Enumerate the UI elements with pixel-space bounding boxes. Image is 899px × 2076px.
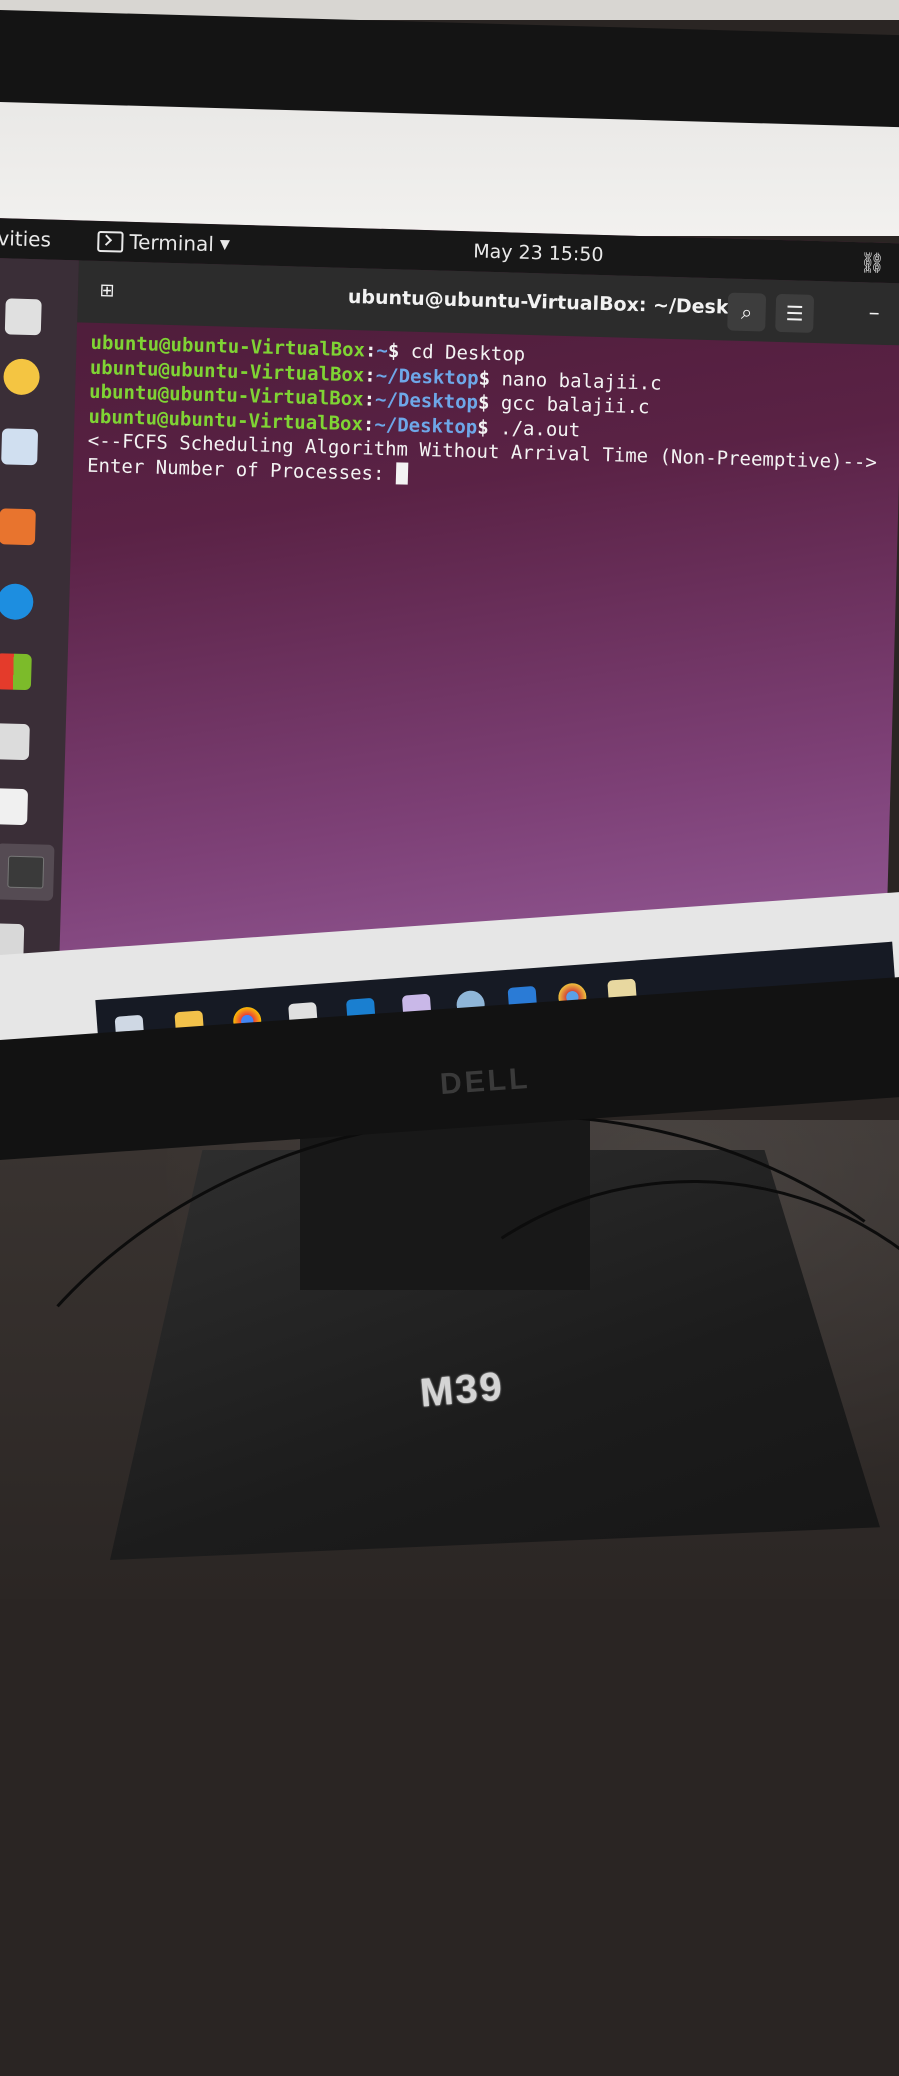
- files-icon[interactable]: [4, 298, 42, 336]
- software-center-icon[interactable]: [0, 508, 36, 546]
- command-text: cd Desktop: [399, 340, 526, 366]
- new-tab-button[interactable]: ⊞: [92, 275, 123, 306]
- hamburger-menu-icon: ☰: [785, 301, 804, 326]
- prompt-path: ~/Desktop: [374, 413, 478, 439]
- help-icon[interactable]: [0, 583, 34, 621]
- text-cursor: [395, 461, 409, 485]
- rhythmbox-icon[interactable]: [3, 358, 41, 396]
- chevron-down-icon: ▼: [219, 236, 231, 253]
- terminal-dock-icon[interactable]: [0, 843, 55, 901]
- terminal-icon: [97, 230, 124, 253]
- prompt-path: ~/Desktop: [375, 364, 479, 390]
- network-icon[interactable]: ⛓: [859, 250, 885, 275]
- prompt-path: ~/Desktop: [374, 388, 479, 414]
- app-menu-terminal[interactable]: Terminal ▼: [97, 229, 230, 257]
- menu-button[interactable]: ☰: [775, 293, 815, 333]
- search-button[interactable]: ⌕: [727, 292, 767, 332]
- new-tab-icon: ⊞: [99, 279, 115, 301]
- clock[interactable]: May 23 15:50: [473, 240, 604, 266]
- app-icon[interactable]: [0, 653, 32, 691]
- app-icon[interactable]: [0, 723, 30, 761]
- window-title: ubuntu@ubuntu-VirtualBox: ~/Desktop: [347, 285, 765, 320]
- activities-button[interactable]: vities: [0, 226, 51, 251]
- minimize-button[interactable]: –: [868, 300, 880, 325]
- command-text: ./a.out: [488, 416, 581, 441]
- monitor-brand-logo: DELL: [438, 1061, 532, 1102]
- libreoffice-writer-icon[interactable]: [1, 428, 39, 466]
- ubuntu-dock: ⋮⋮⋮: [0, 257, 79, 1011]
- text-editor-icon[interactable]: [0, 788, 29, 826]
- app-menu-label: Terminal: [129, 229, 215, 257]
- search-icon: ⌕: [740, 299, 753, 325]
- command-text: nano balajii.c: [489, 367, 662, 395]
- terminal-icon: [7, 855, 45, 889]
- command-text: gcc balajii.c: [489, 391, 650, 419]
- desk-sticker-label: M39: [418, 1364, 506, 1416]
